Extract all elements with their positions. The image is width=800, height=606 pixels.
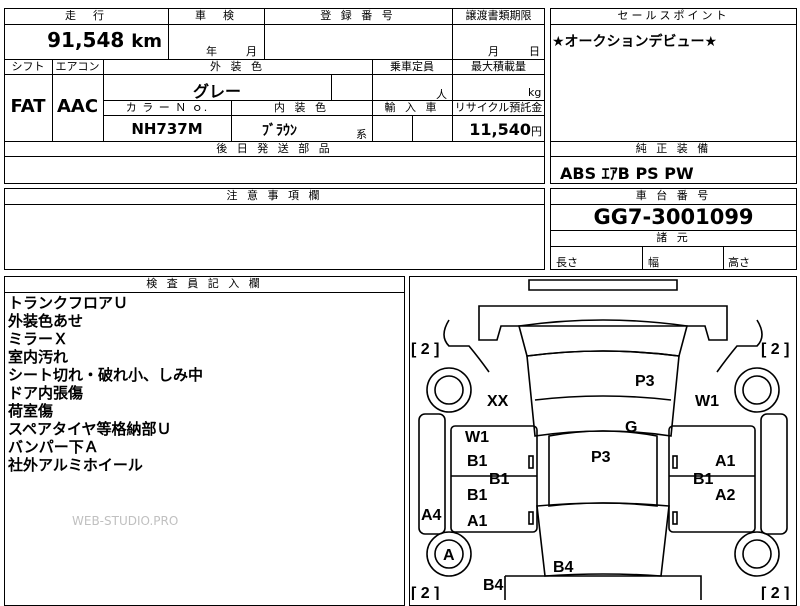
remark-line: バンパー下Ａ bbox=[8, 438, 99, 456]
ext-color-header: 外 装 色 bbox=[210, 60, 265, 73]
damage-mark: W1 bbox=[465, 429, 489, 446]
length-label: 長さ bbox=[556, 256, 578, 269]
inspection-year: 年 bbox=[206, 45, 217, 58]
mileage-unit: km bbox=[131, 31, 162, 52]
rear-window-outline bbox=[534, 395, 672, 401]
right-side-outline bbox=[716, 319, 763, 373]
transfer-deadline-header: 譲渡書類期限 bbox=[465, 9, 532, 22]
standard-equipment-header: 純 正 装 備 bbox=[635, 142, 712, 155]
damage-mark: B1 bbox=[467, 487, 488, 504]
damage-mark: XX bbox=[487, 393, 509, 410]
max-load-unit: kg bbox=[528, 86, 542, 99]
dimensions-header: 諸 元 bbox=[656, 231, 691, 244]
damage-mark: A2 bbox=[715, 487, 736, 504]
tire-tread-front-left: [ 2 ] bbox=[411, 585, 439, 600]
front-bumper-outline bbox=[505, 575, 702, 600]
capacity-header: 乗車定員 bbox=[390, 60, 434, 73]
remark-line: ミラーＸ bbox=[8, 330, 69, 348]
damage-mark: G bbox=[625, 419, 637, 436]
damage-mark: A1 bbox=[467, 513, 488, 530]
remark-line: 社外アルミホイール bbox=[8, 456, 143, 474]
standard-equipment-value: ABS ｴｱB PS PW bbox=[560, 164, 694, 183]
damage-mark: B1 bbox=[489, 471, 510, 488]
sales-point-header: セールスポイント bbox=[617, 9, 730, 22]
damage-mark: B1 bbox=[467, 453, 488, 470]
import-header: 輸 入 車 bbox=[384, 101, 440, 114]
wheel-rear-right bbox=[734, 367, 780, 413]
sales-point-text: ★オークションデビュー★ bbox=[552, 34, 718, 50]
remark-line: 外装色あせ bbox=[8, 312, 84, 330]
capacity-unit: 人 bbox=[436, 88, 447, 101]
damage-mark: B4 bbox=[553, 559, 574, 576]
chassis-number: GG7-3001099 bbox=[593, 205, 754, 229]
watermark: WEB-STUDIO.PRO bbox=[72, 514, 179, 528]
mileage-value: 91,548 km bbox=[47, 28, 162, 52]
transfer-day: 日 bbox=[529, 45, 540, 58]
later-parts-header: 後 日 発 送 部 品 bbox=[216, 142, 333, 155]
tire-tread-rear-right: [ 2 ] bbox=[761, 341, 789, 358]
shift-header: シフト bbox=[11, 60, 45, 73]
damage-mark: A bbox=[443, 547, 455, 564]
remark-line: 室内汚れ bbox=[8, 348, 69, 366]
remark-line: シート切れ・破れ小、しみ中 bbox=[8, 366, 204, 384]
wheel-rear-left bbox=[426, 367, 472, 413]
inspection-month: 月 bbox=[246, 45, 257, 58]
car-diagram: [ 2 ] [ 2 ] [ 2 ] [ 2 ] P3 XX W1 W1 G B1… bbox=[411, 279, 789, 600]
right-sill-outline bbox=[760, 413, 788, 535]
left-side-outline bbox=[443, 319, 490, 373]
interior-value: ﾌﾞﾗｳﾝ bbox=[262, 123, 297, 139]
ext-color-value: グレー bbox=[192, 82, 241, 101]
transfer-month: 月 bbox=[488, 45, 499, 58]
wheel-front-right bbox=[734, 531, 780, 577]
height-label: 高さ bbox=[728, 256, 750, 269]
color-no-value: NH737M bbox=[131, 120, 203, 138]
max-load-header: 最大積載量 bbox=[471, 60, 526, 73]
damage-mark: P3 bbox=[635, 373, 655, 390]
ac-header: エアコン bbox=[55, 60, 100, 73]
damage-mark: W1 bbox=[695, 393, 719, 410]
inspector-header: 検 査 員 記 入 欄 bbox=[146, 277, 263, 290]
notes-header: 注 意 事 項 欄 bbox=[226, 189, 323, 202]
inspector-remarks: トランクフロアＵ 外装色あせ ミラーＸ 室内汚れ シート切れ・破れ小、しみ中 ド… bbox=[8, 294, 203, 474]
rear-body-outline bbox=[478, 305, 728, 341]
color-no-header: カ ラ ー Ｎ ｏ. bbox=[125, 101, 209, 114]
rear-bumper-outline bbox=[528, 279, 678, 291]
inspection-header: 車 検 bbox=[195, 9, 237, 22]
damage-mark: A1 bbox=[715, 453, 736, 470]
recycle-value: 11,540円 bbox=[469, 120, 542, 139]
damage-mark: B4 bbox=[483, 577, 504, 594]
remark-line: ドア内張傷 bbox=[8, 384, 84, 402]
mileage-header: 走 行 bbox=[65, 9, 107, 22]
interior-header: 内 装 色 bbox=[274, 101, 329, 114]
interior-suffix: 系 bbox=[356, 128, 367, 141]
ac-value: AAC bbox=[56, 96, 99, 117]
tire-tread-rear-left: [ 2 ] bbox=[411, 341, 439, 358]
damage-mark: A4 bbox=[421, 507, 442, 524]
remark-line: トランクフロアＵ bbox=[8, 294, 129, 312]
shift-value: FAT bbox=[10, 96, 46, 117]
remark-line: スペアタイヤ等格納部Ｕ bbox=[8, 420, 172, 438]
recycle-unit: 円 bbox=[531, 125, 542, 138]
chassis-header: 車 台 番 号 bbox=[635, 189, 712, 202]
center-panel-outline bbox=[548, 430, 658, 507]
damage-mark: P3 bbox=[591, 449, 611, 466]
recycle-header: リサイクル預託金 bbox=[454, 101, 543, 114]
tire-tread-front-right: [ 2 ] bbox=[761, 585, 789, 600]
damage-mark: B1 bbox=[693, 471, 714, 488]
width-label: 幅 bbox=[648, 256, 659, 269]
registration-header: 登 録 番 号 bbox=[320, 9, 396, 22]
remark-line: 荷室傷 bbox=[8, 402, 54, 420]
roof-outline bbox=[526, 350, 680, 437]
